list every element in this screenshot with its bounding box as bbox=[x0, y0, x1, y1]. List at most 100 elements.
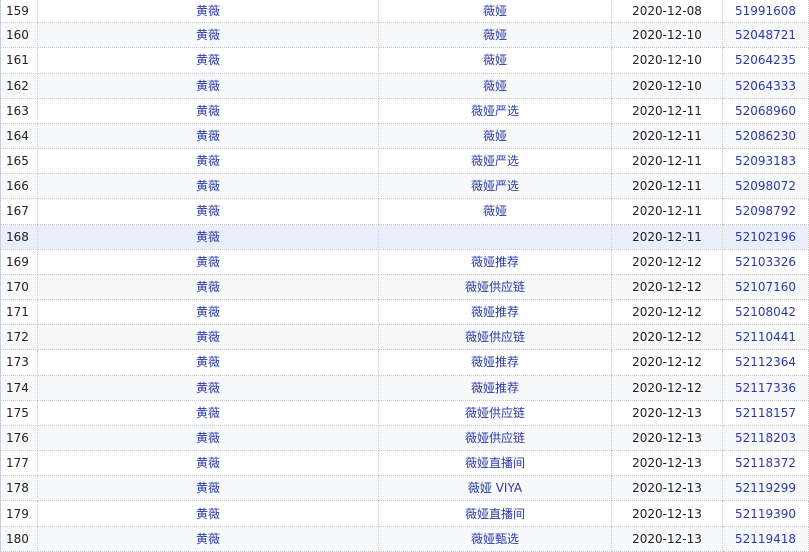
registration-number-link[interactable]: 52068960 bbox=[722, 98, 809, 124]
trademark-name-link[interactable]: 薇娅严选 bbox=[378, 148, 612, 175]
table-row[interactable]: 171 黄薇 薇娅推荐 2020-12-12 52108042 bbox=[0, 299, 809, 326]
application-date-cell: 2020-12-13 bbox=[611, 425, 723, 452]
application-date-cell: 2020-12-13 bbox=[611, 526, 723, 552]
applicant-name-link[interactable]: 黄薇 bbox=[37, 299, 379, 326]
table-row[interactable]: 166 黄薇 薇娅严选 2020-12-11 52098072 bbox=[0, 173, 809, 200]
registration-number-link[interactable]: 52064235 bbox=[722, 47, 809, 74]
registration-number-link[interactable]: 52117336 bbox=[722, 375, 809, 401]
row-index-cell: 178 bbox=[0, 475, 38, 502]
registration-number-link[interactable]: 52119299 bbox=[722, 475, 809, 502]
table-row[interactable]: 173 黄薇 薇娅推荐 2020-12-12 52112364 bbox=[0, 349, 809, 376]
application-date-cell: 2020-12-12 bbox=[611, 299, 723, 326]
table-row[interactable]: 172 黄薇 薇娅供应链 2020-12-12 52110441 bbox=[0, 324, 809, 351]
applicant-name-link[interactable]: 黄薇 bbox=[37, 224, 379, 250]
registration-number-link[interactable]: 52119390 bbox=[722, 500, 809, 527]
row-index-cell: 162 bbox=[0, 73, 38, 99]
trademark-name-link[interactable]: 薇娅推荐 bbox=[378, 299, 612, 326]
row-index-cell: 161 bbox=[0, 47, 38, 74]
registration-number-link[interactable]: 52098072 bbox=[722, 173, 809, 200]
applicant-name-link[interactable]: 黄薇 bbox=[37, 450, 379, 477]
registration-number-link[interactable]: 52098792 bbox=[722, 198, 809, 225]
registration-number-link[interactable]: 52112364 bbox=[722, 349, 809, 376]
table-row[interactable]: 165 黄薇 薇娅严选 2020-12-11 52093183 bbox=[0, 148, 809, 175]
trademark-name-link[interactable]: 薇娅严选 bbox=[378, 98, 612, 124]
trademark-name-link[interactable]: 薇娅 bbox=[378, 22, 612, 49]
applicant-name-link[interactable]: 黄薇 bbox=[37, 47, 379, 74]
registration-number-link[interactable]: 52103326 bbox=[722, 249, 809, 275]
applicant-name-link[interactable]: 黄薇 bbox=[37, 249, 379, 275]
applicant-name-link[interactable]: 黄薇 bbox=[37, 526, 379, 552]
registration-number-link[interactable]: 52093183 bbox=[722, 148, 809, 175]
application-date-cell: 2020-12-10 bbox=[611, 47, 723, 74]
registration-number-link[interactable]: 52064333 bbox=[722, 73, 809, 99]
table-row[interactable]: 159 黄薇 薇娅 2020-12-08 51991608 bbox=[0, 0, 809, 24]
registration-number-link[interactable]: 51991608 bbox=[722, 0, 809, 24]
table-row[interactable]: 179 黄薇 薇娅直播间 2020-12-13 52119390 bbox=[0, 500, 809, 527]
table-row[interactable]: 160 黄薇 薇娅 2020-12-10 52048721 bbox=[0, 22, 809, 49]
table-row[interactable]: 162 黄薇 薇娅 2020-12-10 52064333 bbox=[0, 73, 809, 99]
table-row[interactable]: 177 黄薇 薇娅直播间 2020-12-13 52118372 bbox=[0, 450, 809, 477]
registration-number-link[interactable]: 52086230 bbox=[722, 123, 809, 150]
applicant-name-link[interactable]: 黄薇 bbox=[37, 500, 379, 527]
trademark-name-link[interactable]: 薇娅供应链 bbox=[378, 400, 612, 426]
table-row[interactable]: 169 黄薇 薇娅推荐 2020-12-12 52103326 bbox=[0, 249, 809, 275]
applicant-name-link[interactable]: 黄薇 bbox=[37, 400, 379, 426]
applicant-name-link[interactable]: 黄薇 bbox=[37, 73, 379, 99]
trademark-name-link[interactable]: 薇娅甄选 bbox=[378, 526, 612, 552]
registration-number-link[interactable]: 52048721 bbox=[722, 22, 809, 49]
applicant-name-link[interactable]: 黄薇 bbox=[37, 324, 379, 351]
registration-number-link[interactable]: 52119418 bbox=[722, 526, 809, 552]
applicant-name-link[interactable]: 黄薇 bbox=[37, 98, 379, 124]
trademark-name-link[interactable]: 薇娅直播间 bbox=[378, 450, 612, 477]
table-row[interactable]: 170 黄薇 薇娅供应链 2020-12-12 52107160 bbox=[0, 274, 809, 301]
applicant-name-link[interactable]: 黄薇 bbox=[37, 425, 379, 452]
trademark-name-link[interactable]: 薇娅推荐 bbox=[378, 375, 612, 401]
trademark-name-link[interactable]: 薇娅 VIYA bbox=[378, 475, 612, 502]
table-row[interactable]: 164 黄薇 薇娅 2020-12-11 52086230 bbox=[0, 123, 809, 150]
table-row[interactable]: 167 黄薇 薇娅 2020-12-11 52098792 bbox=[0, 198, 809, 225]
row-index-cell: 167 bbox=[0, 198, 38, 225]
trademark-name-link[interactable]: 薇娅供应链 bbox=[378, 425, 612, 452]
trademark-name-link[interactable]: 薇娅严选 bbox=[378, 173, 612, 200]
registration-number-link[interactable]: 52102196 bbox=[722, 224, 809, 250]
trademark-name-link[interactable]: 薇娅供应链 bbox=[378, 324, 612, 351]
registration-number-link[interactable]: 52118203 bbox=[722, 425, 809, 452]
trademark-name-link[interactable]: 薇娅 bbox=[378, 0, 612, 24]
trademark-name-link[interactable]: 薇娅 bbox=[378, 73, 612, 99]
trademark-name-link[interactable]: 薇娅 bbox=[378, 123, 612, 150]
trademark-name-link[interactable]: 薇娅推荐 bbox=[378, 249, 612, 275]
registration-number-link[interactable]: 52110441 bbox=[722, 324, 809, 351]
table-row[interactable]: 174 黄薇 薇娅推荐 2020-12-12 52117336 bbox=[0, 375, 809, 401]
applicant-name-link[interactable]: 黄薇 bbox=[37, 198, 379, 225]
row-index-cell: 176 bbox=[0, 425, 38, 452]
table-row[interactable]: 168 黄薇 2020-12-11 52102196 bbox=[0, 224, 809, 250]
applicant-name-link[interactable]: 黄薇 bbox=[37, 475, 379, 502]
table-row[interactable]: 161 黄薇 薇娅 2020-12-10 52064235 bbox=[0, 47, 809, 74]
trademark-name-link[interactable]: 薇娅直播间 bbox=[378, 500, 612, 527]
row-index-cell: 179 bbox=[0, 500, 38, 527]
trademark-name-link[interactable] bbox=[378, 224, 612, 250]
applicant-name-link[interactable]: 黄薇 bbox=[37, 375, 379, 401]
trademark-name-link[interactable]: 薇娅 bbox=[378, 47, 612, 74]
applicant-name-link[interactable]: 黄薇 bbox=[37, 0, 379, 24]
table-row[interactable]: 176 黄薇 薇娅供应链 2020-12-13 52118203 bbox=[0, 425, 809, 452]
row-index-cell: 177 bbox=[0, 450, 38, 477]
applicant-name-link[interactable]: 黄薇 bbox=[37, 173, 379, 200]
table-row[interactable]: 180 黄薇 薇娅甄选 2020-12-13 52119418 bbox=[0, 526, 809, 552]
table-row[interactable]: 178 黄薇 薇娅 VIYA 2020-12-13 52119299 bbox=[0, 475, 809, 502]
registration-number-link[interactable]: 52108042 bbox=[722, 299, 809, 326]
registration-number-link[interactable]: 52118372 bbox=[722, 450, 809, 477]
table-row[interactable]: 175 黄薇 薇娅供应链 2020-12-13 52118157 bbox=[0, 400, 809, 426]
trademark-name-link[interactable]: 薇娅供应链 bbox=[378, 274, 612, 301]
applicant-name-link[interactable]: 黄薇 bbox=[37, 349, 379, 376]
applicant-name-link[interactable]: 黄薇 bbox=[37, 148, 379, 175]
applicant-name-link[interactable]: 黄薇 bbox=[37, 274, 379, 301]
registration-number-link[interactable]: 52107160 bbox=[722, 274, 809, 301]
registration-number-link[interactable]: 52118157 bbox=[722, 400, 809, 426]
applicant-name-link[interactable]: 黄薇 bbox=[37, 22, 379, 49]
trademark-name-link[interactable]: 薇娅推荐 bbox=[378, 349, 612, 376]
trademark-name-link[interactable]: 薇娅 bbox=[378, 198, 612, 225]
table-row[interactable]: 163 黄薇 薇娅严选 2020-12-11 52068960 bbox=[0, 98, 809, 124]
application-date-cell: 2020-12-11 bbox=[611, 173, 723, 200]
applicant-name-link[interactable]: 黄薇 bbox=[37, 123, 379, 150]
